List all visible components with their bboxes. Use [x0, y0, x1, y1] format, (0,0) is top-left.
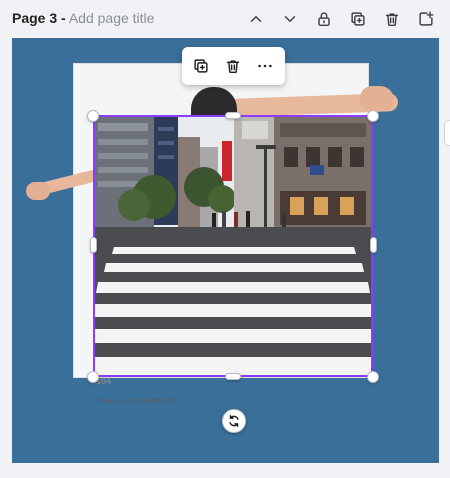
element-toolbar	[182, 47, 285, 85]
trash-icon[interactable]	[381, 8, 403, 30]
page-title-input[interactable]: Add page title	[69, 10, 155, 26]
resize-handle-right[interactable]	[370, 237, 377, 253]
trash-icon[interactable]	[223, 56, 243, 76]
resize-handle-top-left[interactable]	[87, 110, 99, 122]
resize-handle-left[interactable]	[90, 237, 97, 253]
rotate-icon[interactable]	[222, 409, 246, 433]
duplicate-icon[interactable]	[191, 56, 211, 76]
chevron-down-icon[interactable]	[279, 8, 301, 30]
page-title: Page 3 - Add page title	[12, 10, 154, 26]
resize-handle-bottom-left[interactable]	[87, 371, 99, 383]
person-hand-right	[360, 86, 394, 110]
chevron-up-icon[interactable]	[245, 8, 267, 30]
person-hand-left	[26, 182, 50, 200]
resize-handle-bottom[interactable]	[225, 373, 241, 380]
more-icon[interactable]	[255, 56, 275, 76]
lock-icon[interactable]	[313, 8, 335, 30]
show-comments-link: Show all comments (17)	[96, 398, 176, 405]
page-number-label: Page 3 -	[12, 10, 66, 26]
selection-frame	[93, 115, 373, 377]
duplicate-page-icon[interactable]	[347, 8, 369, 30]
add-page-icon[interactable]	[415, 8, 437, 30]
scrollbar-thumb[interactable]	[444, 120, 450, 146]
resize-handle-top[interactable]	[225, 112, 241, 119]
page-header: Page 3 - Add page title	[0, 0, 450, 38]
resize-handle-bottom-right[interactable]	[367, 371, 379, 383]
resize-handle-top-right[interactable]	[367, 110, 379, 122]
